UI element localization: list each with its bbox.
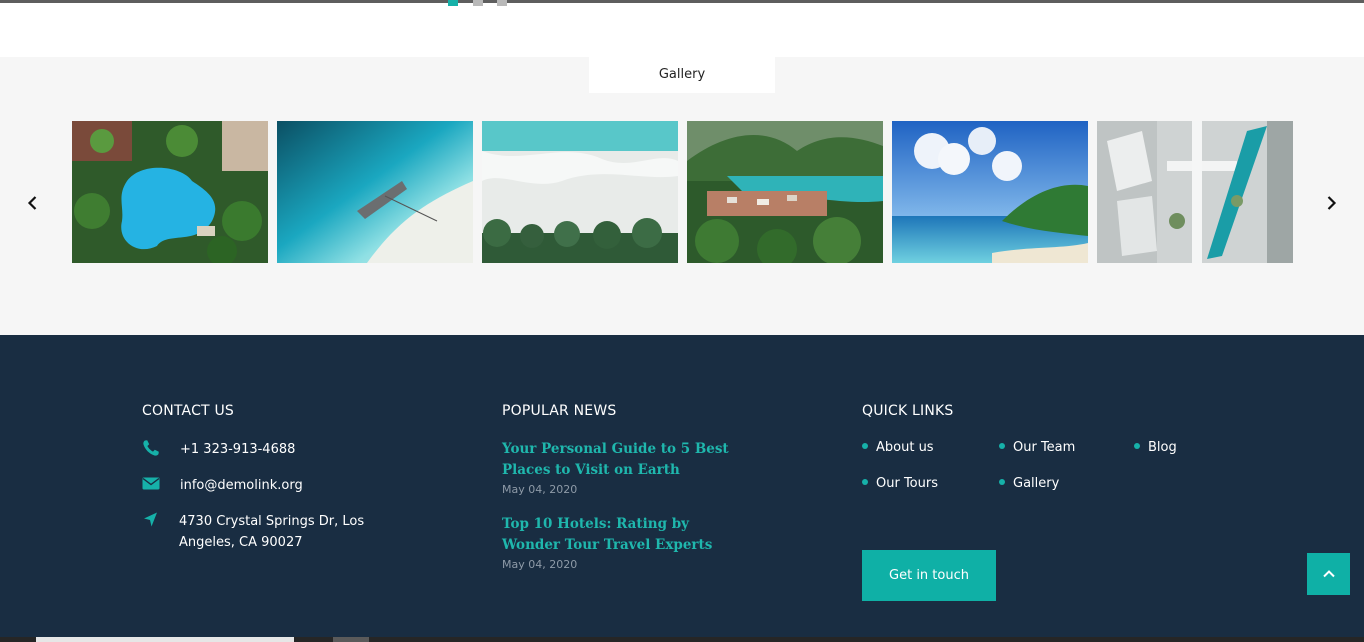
contact-title: CONTACT US: [142, 403, 234, 419]
bullet-icon: [862, 442, 868, 449]
news-item-date: May 04, 2020: [502, 558, 578, 571]
gallery-thumb-3[interactable]: [482, 121, 678, 263]
gallery-section: Gallery: [0, 57, 1364, 335]
bay-village-image: [687, 121, 883, 263]
phone-link[interactable]: +1 323-913-4688: [180, 439, 295, 460]
quick-link-our-tours[interactable]: Our Tours: [862, 476, 938, 491]
gallery-thumb-6[interactable]: [1097, 121, 1293, 263]
top-divider: [0, 0, 1364, 3]
shore-waves-image: [482, 121, 678, 263]
quick-link-gallery[interactable]: Gallery: [999, 476, 1059, 491]
news-title: POPULAR NEWS: [502, 403, 617, 419]
location-arrow-icon: [144, 512, 157, 527]
quick-link-label: Gallery: [1013, 476, 1060, 491]
news-item-link[interactable]: Top 10 Hotels: Rating by Wonder Tour Tra…: [502, 514, 742, 556]
bottom-bar-segment: [36, 637, 294, 642]
quick-link-blog[interactable]: Blog: [1134, 440, 1177, 455]
address-text: 4730 Crystal Springs Dr, Los Angeles, CA…: [179, 514, 365, 550]
quick-link-our-team[interactable]: Our Team: [999, 440, 1075, 455]
gallery-thumb-4[interactable]: [687, 121, 883, 263]
aerial-hotel-image: [1097, 121, 1293, 263]
email-link[interactable]: info@demolink.org: [180, 475, 303, 496]
chevron-right-icon: [1327, 196, 1337, 210]
gallery-thumb-2[interactable]: [277, 121, 473, 263]
chevron-left-icon: [27, 196, 37, 210]
gallery-next-button[interactable]: [1321, 193, 1341, 213]
quick-link-label: Blog: [1148, 440, 1177, 455]
boat-beach-image: [277, 121, 473, 263]
get-in-touch-button[interactable]: Get in touch: [862, 550, 996, 601]
news-item-link[interactable]: Your Personal Guide to 5 Best Places to …: [502, 439, 742, 481]
gallery-thumb-5[interactable]: [892, 121, 1088, 263]
gallery-thumb-1[interactable]: [72, 121, 268, 263]
phone-icon: [143, 440, 159, 456]
news-item-date: May 04, 2020: [502, 483, 578, 496]
quick-link-label: About us: [876, 440, 934, 455]
top-strip: [0, 0, 1364, 57]
quick-link-label: Our Team: [1013, 440, 1076, 455]
back-to-top-button[interactable]: [1307, 553, 1350, 595]
blue-sea-sky-image: [892, 121, 1088, 263]
bullet-icon: [862, 478, 868, 485]
news-item: Top 10 Hotels: Rating by Wonder Tour Tra…: [502, 514, 742, 571]
envelope-icon: [142, 477, 160, 490]
slider-dot-2[interactable]: [473, 0, 483, 6]
site-footer: CONTACT US +1 323-913-4688 info@demolink…: [0, 335, 1364, 642]
gallery-prev-button[interactable]: [23, 193, 43, 213]
bottom-bar-segment: [333, 637, 369, 642]
gallery-tab[interactable]: Gallery: [589, 57, 775, 93]
bullet-icon: [999, 442, 1005, 449]
quick-links-title: QUICK LINKS: [862, 403, 954, 419]
slider-dot-3[interactable]: [497, 0, 507, 6]
resort-pool-image: [72, 121, 268, 263]
bullet-icon: [999, 478, 1005, 485]
quick-link-label: Our Tours: [876, 476, 938, 491]
chevron-up-icon: [1322, 570, 1335, 578]
news-item: Your Personal Guide to 5 Best Places to …: [502, 439, 742, 496]
slider-dot-1[interactable]: [448, 0, 458, 6]
bullet-icon: [1134, 442, 1140, 449]
quick-link-about-us[interactable]: About us: [862, 440, 934, 455]
